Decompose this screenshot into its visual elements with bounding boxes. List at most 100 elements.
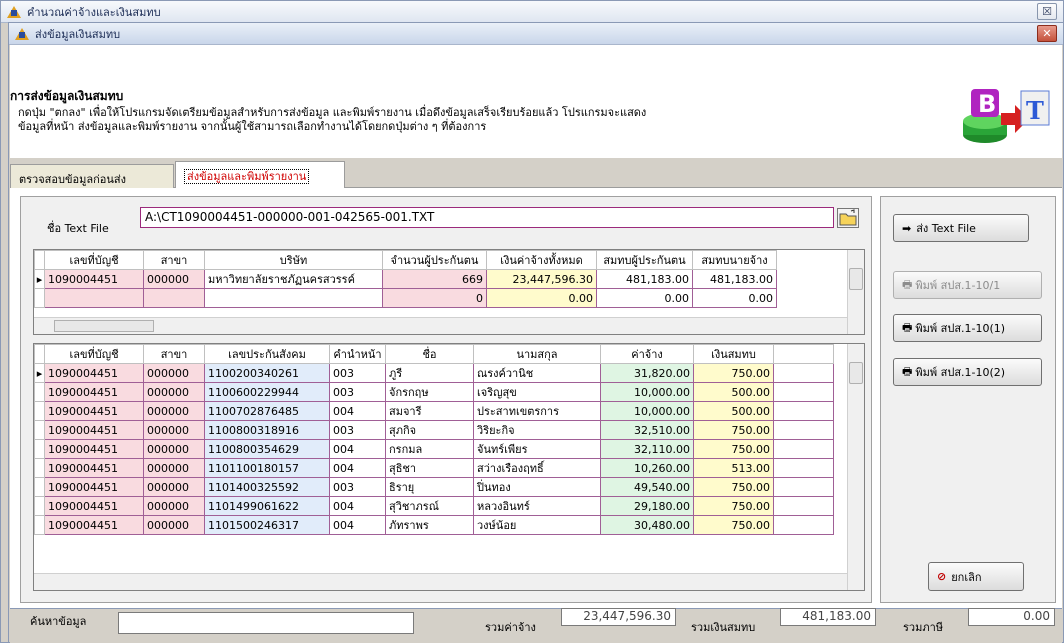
cell-title-code[interactable]: 004	[329, 515, 386, 535]
cell-contribution[interactable]: 750.00	[693, 477, 774, 497]
cell-employee-contribution[interactable]: 0.00	[596, 288, 693, 308]
cell-social-security-no[interactable]: 1100600229944	[204, 382, 330, 402]
column-header[interactable]: สาขา	[143, 250, 205, 270]
table-row[interactable]: ▸ 1090004451 000000 มหาวิทยาลัยราชภัฏนคร…	[34, 269, 777, 289]
cell-account[interactable]: 1090004451	[44, 458, 144, 478]
column-header[interactable]: เลขที่บัญชี	[44, 344, 144, 364]
table-row[interactable]: 0 0.00 0.00 0.00	[34, 288, 777, 308]
table-row[interactable]: 1090004451 000000 1101500246317 004 ภัทราพรว…	[34, 515, 834, 535]
cell-last-name[interactable]: วิริยะกิจ	[473, 420, 601, 440]
cell-wage[interactable]: 32,510.00	[600, 420, 694, 440]
cell-last-name[interactable]: เจริญสุข	[473, 382, 601, 402]
cell-first-name[interactable]: ธิรายุ	[385, 477, 474, 497]
cell-insured-count[interactable]: 669	[382, 269, 487, 289]
column-header[interactable]: เงินสมทบ	[693, 344, 774, 364]
cell-social-security-no[interactable]: 1100800318916	[204, 420, 330, 440]
cell-title-code[interactable]: 004	[329, 401, 386, 421]
cell-branch[interactable]: 000000	[143, 269, 205, 289]
cell-title-code[interactable]: 003	[329, 363, 386, 383]
cell-last-name[interactable]: จันทร์เพียร	[473, 439, 601, 459]
cell-branch[interactable]: 000000	[143, 458, 205, 478]
cell-social-security-no[interactable]: 1101400325592	[204, 477, 330, 497]
cell-wage[interactable]: 29,180.00	[600, 496, 694, 516]
cell-wage[interactable]: 49,540.00	[600, 477, 694, 497]
cell-branch[interactable]: 000000	[143, 420, 205, 440]
scroll-thumb[interactable]	[849, 268, 863, 290]
cell-first-name[interactable]: สุวิชาภรณ์	[385, 496, 474, 516]
cell-first-name[interactable]: กรกมล	[385, 439, 474, 459]
column-header[interactable]: ค่าจ้าง	[600, 344, 694, 364]
cell-last-name[interactable]: วงษ์น้อย	[473, 515, 601, 535]
column-header[interactable]: สมทบนายจ้าง	[692, 250, 777, 270]
column-header[interactable]: เงินค่าจ้างทั้งหมด	[486, 250, 597, 270]
cell-company[interactable]	[204, 288, 383, 308]
cell-social-security-no[interactable]: 1100702876485	[204, 401, 330, 421]
company-summary-grid[interactable]: เลขที่บัญชี สาขา บริษัท จำนวนผู้ประกันตน…	[33, 249, 865, 335]
cell-employer-contribution[interactable]: 481,183.00	[692, 269, 777, 289]
cell-social-security-no[interactable]: 1100200340261	[204, 363, 330, 383]
cell-last-name[interactable]: ปิ่นทอง	[473, 477, 601, 497]
cell-last-name[interactable]: หลวงอินทร์	[473, 496, 601, 516]
top-grid-horizontal-scrollbar[interactable]	[34, 317, 847, 334]
cell-last-name[interactable]: สว่างเรืองฤทธิ์	[473, 458, 601, 478]
cell-branch[interactable]: 000000	[143, 382, 205, 402]
tab-send-print[interactable]: ส่งข้อมูลและพิมพ์รายงาน	[175, 161, 345, 188]
top-grid-vertical-scrollbar[interactable]	[847, 250, 864, 334]
cell-employer-contribution[interactable]: 0.00	[692, 288, 777, 308]
cell-social-security-no[interactable]: 1101499061622	[204, 496, 330, 516]
cell-branch[interactable]	[143, 288, 205, 308]
cell-first-name[interactable]: จักรกฤษ	[385, 382, 474, 402]
cell-first-name[interactable]: ภัทราพร	[385, 515, 474, 535]
column-header[interactable]: คำนำหน้า	[329, 344, 386, 364]
cell-title-code[interactable]: 003	[329, 477, 386, 497]
table-row[interactable]: 1090004451 000000 1101100180157 004 สุธิชา สว…	[34, 458, 834, 478]
employee-grid[interactable]: เลขที่บัญชี สาขา เลขประกันสังคม คำนำหน้า…	[33, 343, 865, 591]
cell-social-security-no[interactable]: 1101500246317	[204, 515, 330, 535]
print-spp-1-10-1-slash-button[interactable]: 🖶 พิมพ์ สปส.1-10/1	[893, 271, 1042, 299]
scroll-thumb[interactable]	[849, 362, 863, 384]
scroll-thumb[interactable]	[54, 320, 154, 332]
cell-title-code[interactable]: 004	[329, 458, 386, 478]
cell-title-code[interactable]: 003	[329, 420, 386, 440]
cell-title-code[interactable]: 004	[329, 496, 386, 516]
column-header[interactable]: สาขา	[143, 344, 205, 364]
table-row[interactable]: ▸ 1090004451 000000 1100200340261 003 ภูรี ณรง…	[34, 363, 834, 383]
table-row[interactable]: 1090004451 000000 1100800354629 004 กรกมล จัน…	[34, 439, 834, 459]
cell-employee-contribution[interactable]: 481,183.00	[596, 269, 693, 289]
cell-account[interactable]: 1090004451	[44, 382, 144, 402]
cell-branch[interactable]: 000000	[143, 401, 205, 421]
table-row[interactable]: 1090004451 000000 1101499061622 004 สุวิชาภร…	[34, 496, 834, 516]
cell-account[interactable]: 1090004451	[44, 401, 144, 421]
cell-account[interactable]: 1090004451	[44, 496, 144, 516]
employee-grid-vertical-scrollbar[interactable]	[847, 344, 864, 590]
cell-contribution[interactable]: 750.00	[693, 496, 774, 516]
cell-account[interactable]: 1090004451	[44, 363, 144, 383]
cell-contribution[interactable]: 500.00	[693, 401, 774, 421]
column-header[interactable]: เลขที่บัญชี	[44, 250, 144, 270]
column-header[interactable]: นามสกุล	[473, 344, 601, 364]
cell-contribution[interactable]: 750.00	[693, 515, 774, 535]
cell-contribution[interactable]: 513.00	[693, 458, 774, 478]
cell-contribution[interactable]: 750.00	[693, 363, 774, 383]
cell-first-name[interactable]: ภูรี	[385, 363, 474, 383]
cell-first-name[interactable]: สุภกิจ	[385, 420, 474, 440]
cell-title-code[interactable]: 004	[329, 439, 386, 459]
cell-account[interactable]: 1090004451	[44, 477, 144, 497]
cell-company[interactable]: มหาวิทยาลัยราชภัฏนครสวรรค์	[204, 269, 383, 289]
cell-last-name[interactable]: ประสาทเขตรการ	[473, 401, 601, 421]
cell-first-name[interactable]: สุธิชา	[385, 458, 474, 478]
cell-branch[interactable]: 000000	[143, 363, 205, 383]
cell-branch[interactable]: 000000	[143, 477, 205, 497]
employee-grid-horizontal-scrollbar[interactable]	[34, 573, 847, 590]
tab-check-data[interactable]: ตรวจสอบข้อมูลก่อนส่ง	[10, 164, 174, 188]
outer-close-button[interactable]: ☒	[1037, 3, 1057, 20]
cell-contribution[interactable]: 500.00	[693, 382, 774, 402]
send-text-file-button[interactable]: ➡ ส่ง Text File	[893, 214, 1029, 242]
search-input[interactable]	[118, 612, 414, 634]
cell-branch[interactable]: 000000	[143, 496, 205, 516]
cell-wage[interactable]: 30,480.00	[600, 515, 694, 535]
cell-branch[interactable]: 000000	[143, 515, 205, 535]
cell-social-security-no[interactable]: 1101100180157	[204, 458, 330, 478]
cell-wage[interactable]: 32,110.00	[600, 439, 694, 459]
cell-last-name[interactable]: ณรงค์วานิช	[473, 363, 601, 383]
